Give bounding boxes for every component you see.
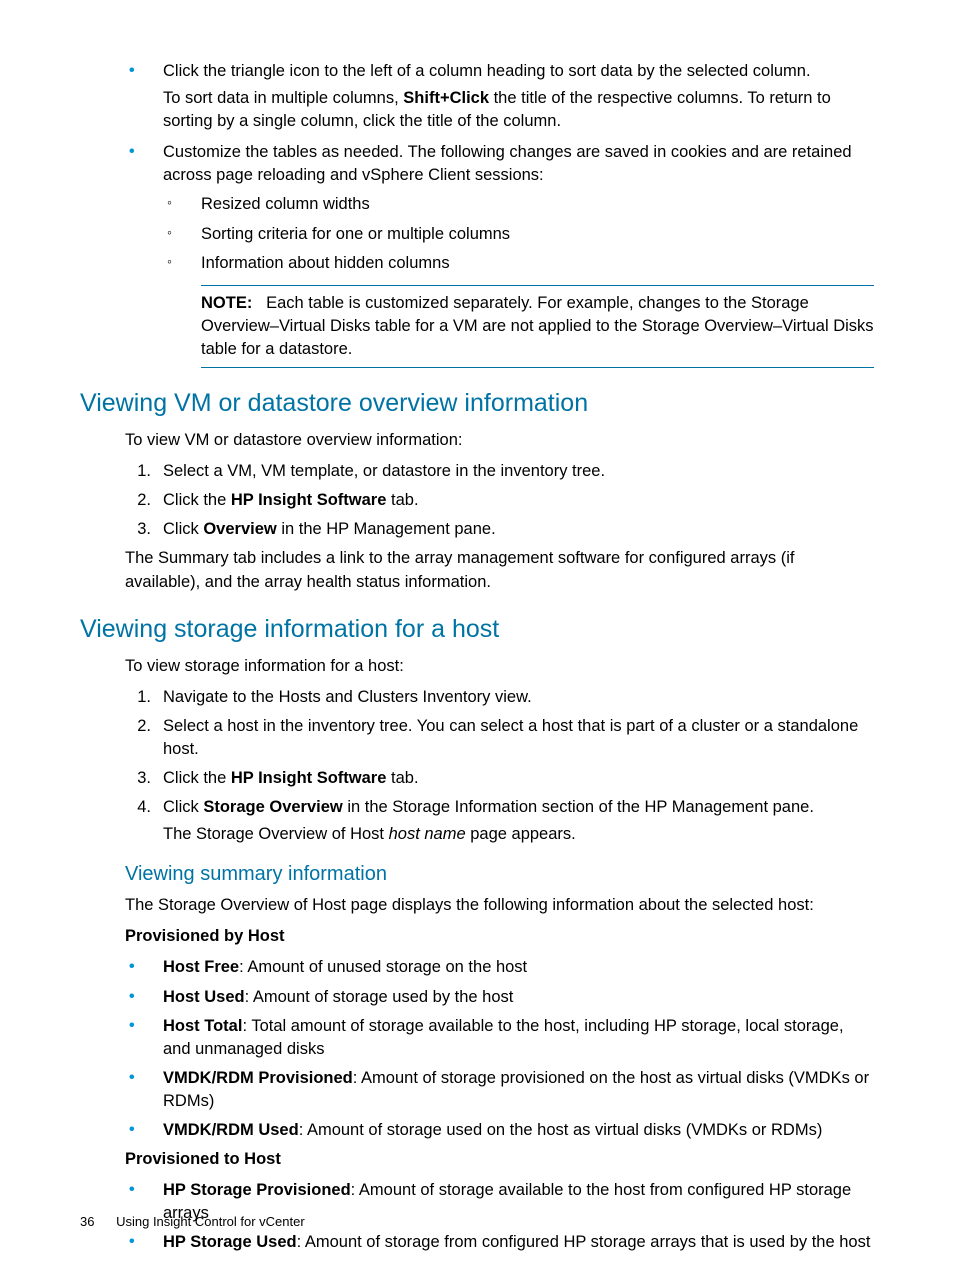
note-label: NOTE: — [201, 294, 252, 312]
top-bullet-list: Click the triangle icon to the left of a… — [125, 60, 874, 368]
list-item: Host Free: Amount of unused storage on t… — [125, 956, 874, 979]
definition-list: Host Free: Amount of unused storage on t… — [125, 956, 874, 1142]
list-item: Host Total: Total amount of storage avai… — [125, 1015, 874, 1061]
numbered-list: 1.Select a VM, VM template, or datastore… — [125, 460, 874, 541]
list-item: 3.Click Overview in the HP Management pa… — [125, 518, 874, 541]
list-item: Click the triangle icon to the left of a… — [125, 60, 874, 133]
body-text: The Storage Overview of Host page displa… — [125, 894, 874, 917]
content-area: Click the triangle icon to the left of a… — [125, 60, 874, 1254]
list-item: Customize the tables as needed. The foll… — [125, 141, 874, 368]
note-box: NOTE: Each table is customized separatel… — [201, 285, 874, 368]
body-text: Click the triangle icon to the left of a… — [163, 62, 811, 80]
note-text: Each table is customized separately. For… — [201, 294, 874, 358]
list-item: Information about hidden columns — [163, 252, 874, 275]
body-text: Customize the tables as needed. The foll… — [163, 143, 852, 184]
page-number: 36 — [80, 1214, 94, 1229]
document-page: Click the triangle icon to the left of a… — [0, 0, 954, 1271]
list-item: Host Used: Amount of storage used by the… — [125, 986, 874, 1009]
list-item: Sorting criteria for one or multiple col… — [163, 223, 874, 246]
list-item: 3.Click the HP Insight Software tab. — [125, 767, 874, 790]
list-item: VMDK/RDM Provisioned: Amount of storage … — [125, 1067, 874, 1113]
list-item: 1.Navigate to the Hosts and Clusters Inv… — [125, 686, 874, 709]
list-item: Resized column widths — [163, 193, 874, 216]
section-heading: Viewing storage information for a host — [80, 612, 874, 647]
body-text: The Storage Overview of Host host name p… — [163, 823, 874, 846]
footer-title: Using Insight Control for vCenter — [116, 1214, 305, 1229]
body-text: The Summary tab includes a link to the a… — [125, 547, 874, 593]
numbered-list: 1.Navigate to the Hosts and Clusters Inv… — [125, 686, 874, 847]
subsection-heading: Viewing summary information — [125, 860, 874, 888]
page-footer: 36 Using Insight Control for vCenter — [80, 1213, 305, 1231]
body-text: To sort data in multiple columns, Shift+… — [163, 87, 874, 133]
body-text: To view storage information for a host: — [125, 655, 874, 678]
group-heading: Provisioned to Host — [125, 1148, 874, 1171]
list-item: 2.Click the HP Insight Software tab. — [125, 489, 874, 512]
list-item: HP Storage Used: Amount of storage from … — [125, 1231, 874, 1254]
group-heading: Provisioned by Host — [125, 925, 874, 948]
list-item: 1.Select a VM, VM template, or datastore… — [125, 460, 874, 483]
body-text: To view VM or datastore overview informa… — [125, 429, 874, 452]
section-heading: Viewing VM or datastore overview informa… — [80, 386, 874, 421]
sub-bullet-list: Resized column widths Sorting criteria f… — [163, 193, 874, 274]
list-item: 2.Select a host in the inventory tree. Y… — [125, 715, 874, 761]
list-item: 4.Click Storage Overview in the Storage … — [125, 796, 874, 846]
list-item: VMDK/RDM Used: Amount of storage used on… — [125, 1119, 874, 1142]
